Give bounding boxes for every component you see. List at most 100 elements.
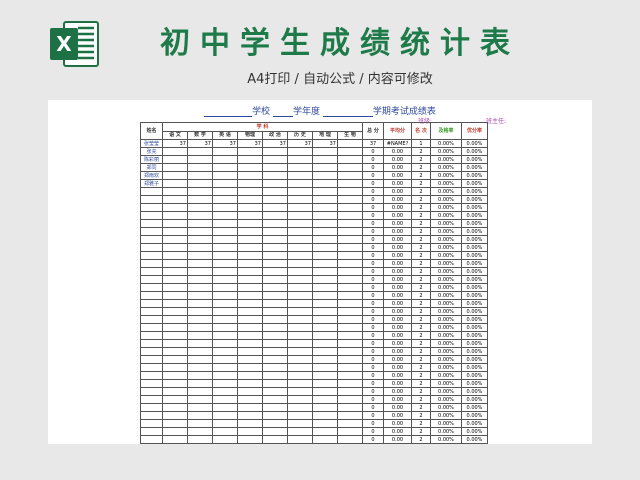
score-cell[interactable] [212, 363, 238, 372]
score-cell[interactable] [212, 323, 238, 332]
score-cell[interactable] [237, 195, 263, 204]
score-cell[interactable] [262, 155, 288, 164]
score-cell[interactable] [212, 299, 238, 308]
score-cell[interactable] [287, 155, 313, 164]
score-cell[interactable] [287, 203, 313, 212]
score-cell[interactable] [262, 395, 288, 404]
score-cell[interactable] [187, 163, 213, 172]
score-cell[interactable] [187, 379, 213, 388]
score-cell[interactable] [237, 379, 263, 388]
score-cell[interactable] [187, 363, 213, 372]
score-cell[interactable] [287, 211, 313, 220]
score-cell[interactable] [162, 211, 188, 220]
score-cell[interactable] [312, 147, 338, 156]
score-cell[interactable] [262, 339, 288, 348]
score-cell[interactable] [237, 267, 263, 276]
student-name-cell[interactable] [140, 331, 163, 340]
score-cell[interactable] [312, 195, 338, 204]
score-cell[interactable] [312, 275, 338, 284]
score-cell[interactable] [262, 419, 288, 428]
score-cell[interactable] [337, 435, 363, 444]
score-cell[interactable] [312, 371, 338, 380]
score-cell[interactable] [337, 403, 363, 412]
student-name-cell[interactable] [140, 419, 163, 428]
student-name-cell[interactable] [140, 299, 163, 308]
score-cell[interactable] [187, 259, 213, 268]
score-cell[interactable] [312, 171, 338, 180]
student-name-cell[interactable] [140, 211, 163, 220]
score-cell[interactable] [162, 363, 188, 372]
score-cell[interactable] [212, 219, 238, 228]
score-cell[interactable] [212, 371, 238, 380]
score-cell[interactable] [187, 227, 213, 236]
score-cell[interactable] [162, 435, 188, 444]
score-cell[interactable] [287, 283, 313, 292]
score-cell[interactable] [162, 443, 188, 444]
score-cell[interactable] [287, 323, 313, 332]
score-cell[interactable] [187, 331, 213, 340]
student-name-cell[interactable] [140, 259, 163, 268]
score-cell[interactable] [237, 155, 263, 164]
score-cell[interactable] [287, 403, 313, 412]
score-cell[interactable] [237, 371, 263, 380]
score-cell[interactable] [237, 291, 263, 300]
score-cell[interactable] [337, 259, 363, 268]
score-cell[interactable] [337, 243, 363, 252]
score-cell[interactable] [287, 443, 313, 444]
score-cell[interactable] [212, 315, 238, 324]
score-cell[interactable] [337, 219, 363, 228]
student-name-cell[interactable] [140, 323, 163, 332]
score-cell[interactable] [237, 227, 263, 236]
student-name-cell[interactable]: 陈彩丽 [140, 155, 163, 164]
score-cell[interactable] [287, 219, 313, 228]
score-cell[interactable] [337, 419, 363, 428]
score-cell[interactable]: 37 [162, 139, 188, 148]
score-cell[interactable] [287, 363, 313, 372]
score-cell[interactable] [187, 291, 213, 300]
score-cell[interactable] [237, 283, 263, 292]
score-cell[interactable] [162, 219, 188, 228]
score-cell[interactable] [212, 251, 238, 260]
score-cell[interactable] [287, 275, 313, 284]
score-cell[interactable] [187, 371, 213, 380]
score-cell[interactable] [187, 419, 213, 428]
score-cell[interactable] [237, 419, 263, 428]
score-cell[interactable] [312, 163, 338, 172]
score-cell[interactable] [337, 363, 363, 372]
student-name-cell[interactable] [140, 243, 163, 252]
score-cell[interactable] [187, 315, 213, 324]
score-cell[interactable] [162, 315, 188, 324]
score-cell[interactable] [212, 171, 238, 180]
score-cell[interactable] [337, 227, 363, 236]
score-cell[interactable] [212, 243, 238, 252]
score-cell[interactable] [237, 163, 263, 172]
score-cell[interactable] [262, 179, 288, 188]
score-cell[interactable] [212, 379, 238, 388]
score-cell[interactable] [312, 427, 338, 436]
score-cell[interactable] [162, 203, 188, 212]
score-cell[interactable] [237, 355, 263, 364]
score-cell[interactable] [262, 355, 288, 364]
score-cell[interactable] [312, 299, 338, 308]
score-cell[interactable] [337, 339, 363, 348]
score-cell[interactable] [262, 435, 288, 444]
score-cell[interactable] [312, 243, 338, 252]
score-cell[interactable] [262, 427, 288, 436]
score-cell[interactable] [312, 235, 338, 244]
score-cell[interactable] [162, 395, 188, 404]
score-cell[interactable] [262, 411, 288, 420]
score-cell[interactable] [212, 339, 238, 348]
score-cell[interactable] [262, 219, 288, 228]
score-cell[interactable] [337, 443, 363, 444]
score-cell[interactable] [312, 347, 338, 356]
score-cell[interactable] [212, 307, 238, 316]
score-cell[interactable] [187, 283, 213, 292]
score-cell[interactable] [262, 307, 288, 316]
score-cell[interactable] [187, 435, 213, 444]
score-cell[interactable] [337, 171, 363, 180]
student-name-cell[interactable]: 郑同 [140, 163, 163, 172]
score-cell[interactable] [237, 411, 263, 420]
score-cell[interactable] [337, 291, 363, 300]
student-name-cell[interactable] [140, 251, 163, 260]
score-cell[interactable] [162, 427, 188, 436]
